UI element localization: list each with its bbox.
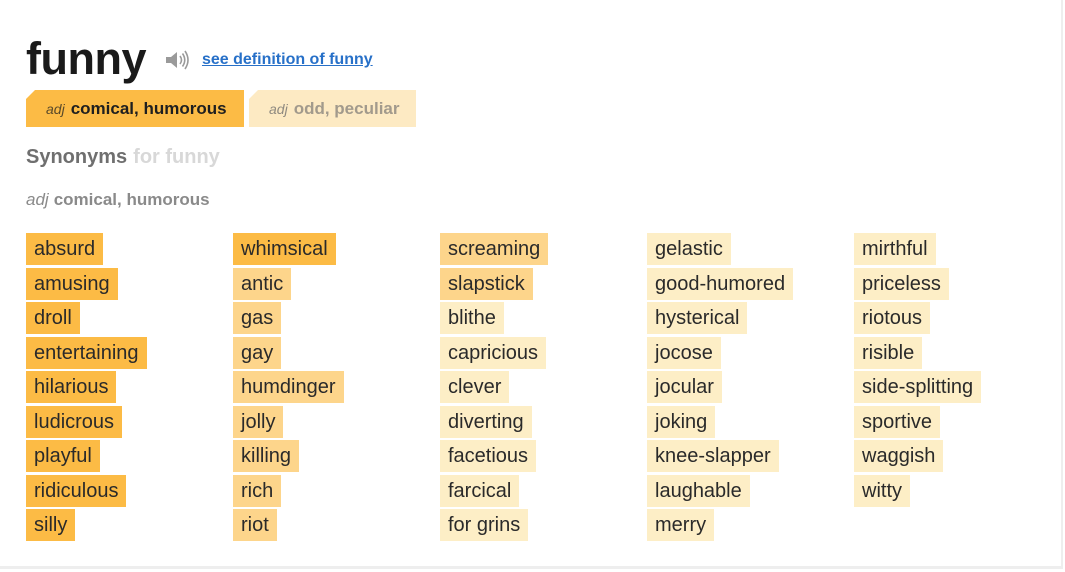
synonym-link[interactable]: gelastic <box>647 233 731 265</box>
synonym-link[interactable]: slapstick <box>440 267 533 300</box>
synonym-link[interactable]: priceless <box>854 267 949 300</box>
synonym-link[interactable]: capricious <box>440 336 547 369</box>
sense-pos: adj <box>26 190 49 209</box>
synonym-link[interactable]: absurd <box>26 233 104 265</box>
tab-comical-humorous[interactable]: adj comical, humorous <box>26 90 244 127</box>
synonym-link[interactable]: waggish <box>854 440 944 472</box>
synonym-link[interactable]: ludicrous <box>26 405 123 438</box>
synonym-link[interactable]: clever <box>440 371 510 403</box>
synonym-link[interactable]: for grins <box>440 509 529 541</box>
content-panel: funny see definition of funny adj comica… <box>0 0 1063 569</box>
headword: funny <box>26 32 146 84</box>
sense-meaning: comical, humorous <box>53 190 210 209</box>
synonym-link[interactable]: laughable <box>647 474 750 507</box>
synonym-link[interactable]: jocular <box>647 371 722 403</box>
synonym-link[interactable]: antic <box>233 267 292 300</box>
speaker-icon[interactable] <box>164 49 190 71</box>
tab-odd-peculiar[interactable]: adj odd, peculiar <box>249 90 416 127</box>
synonym-link[interactable]: droll <box>26 302 80 334</box>
tab-label: odd, peculiar <box>293 98 400 118</box>
synonym-column: absurd amusing droll entertaining hilarious l… <box>26 233 233 544</box>
synonym-link[interactable]: facetious <box>440 440 537 472</box>
synonym-link[interactable]: killing <box>233 440 300 472</box>
synonym-link[interactable]: ridiculous <box>26 474 127 507</box>
synonym-link[interactable]: rich <box>233 474 282 507</box>
synonym-link[interactable]: gay <box>233 336 282 369</box>
synonym-link[interactable]: silly <box>26 509 76 541</box>
synonym-link[interactable]: witty <box>854 474 910 507</box>
synonym-link[interactable]: blithe <box>440 302 504 334</box>
synonym-link[interactable]: diverting <box>440 405 532 438</box>
synonym-link[interactable]: gas <box>233 302 282 334</box>
tab-pos: adj <box>46 100 65 117</box>
synonym-link[interactable]: mirthful <box>854 233 936 265</box>
synonym-link[interactable]: amusing <box>26 267 118 300</box>
synonym-link[interactable]: playful <box>26 440 100 472</box>
sense-label: adj comical, humorous <box>26 190 210 210</box>
synonym-column: whimsical antic gas gay humdinger jolly killin… <box>233 233 440 544</box>
synonym-link[interactable]: good-humored <box>647 267 794 300</box>
synonym-column: screaming slapstick blithe capricious clever… <box>440 233 647 544</box>
synonyms-for-text: for funny <box>133 146 220 168</box>
tab-pos: adj <box>269 100 288 117</box>
synonym-column: gelastic good-humored hysterical jocose jocu… <box>647 233 854 544</box>
synonym-link[interactable]: sportive <box>854 405 941 438</box>
synonym-link[interactable]: entertaining <box>26 336 147 369</box>
synonym-link[interactable]: hilarious <box>26 371 117 403</box>
tab-label: comical, humorous <box>70 98 227 118</box>
synonym-column: mirthful priceless riotous risible side-spli… <box>854 233 1061 544</box>
synonym-link[interactable]: knee-slapper <box>647 440 779 472</box>
synonym-link[interactable]: risible <box>854 336 923 369</box>
synonym-link[interactable]: riotous <box>854 302 931 334</box>
entry-header: funny see definition of funny <box>26 30 373 86</box>
synonym-link[interactable]: jocose <box>647 336 721 369</box>
synonym-link[interactable]: hysterical <box>647 302 748 334</box>
synonym-link[interactable]: side-splitting <box>854 371 982 403</box>
synonym-link[interactable]: jolly <box>233 405 284 438</box>
synonyms-label: Synonyms <box>26 146 128 168</box>
sense-tabs: adj comical, humorous adj odd, peculiar <box>26 90 416 127</box>
synonym-link[interactable]: riot <box>233 509 277 541</box>
synonym-link[interactable]: screaming <box>440 233 549 265</box>
synonym-link[interactable]: merry <box>647 509 715 541</box>
synonym-link[interactable]: whimsical <box>233 233 336 265</box>
synonym-link[interactable]: joking <box>647 405 716 438</box>
synonym-link[interactable]: humdinger <box>233 371 344 403</box>
synonym-link[interactable]: farcical <box>440 474 520 507</box>
see-definition-link[interactable]: see definition of funny <box>202 51 373 69</box>
synonyms-heading: Synonyms for funny <box>26 146 220 169</box>
synonym-list: absurd amusing droll entertaining hilarious l… <box>26 233 1061 544</box>
